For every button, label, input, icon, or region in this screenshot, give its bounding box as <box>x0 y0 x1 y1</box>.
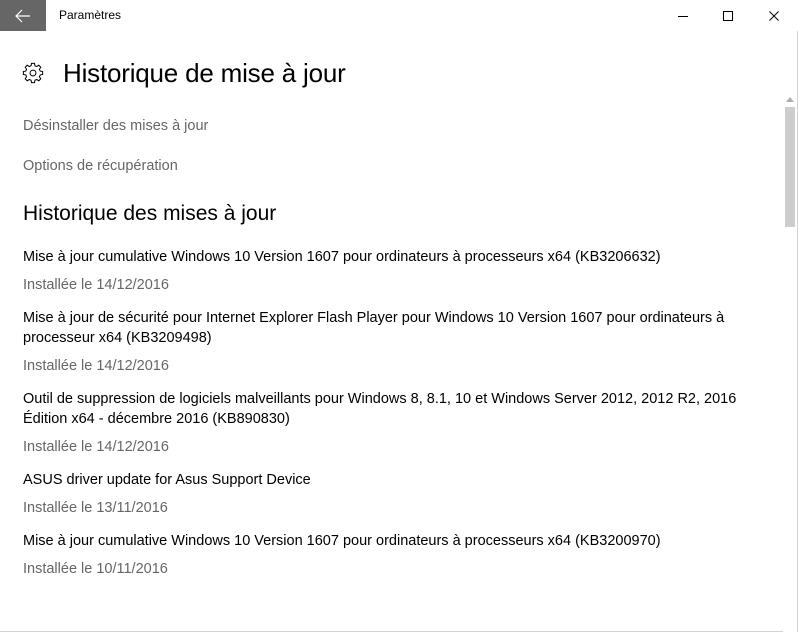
update-item[interactable]: ASUS driver update for Asus Support Devi… <box>23 470 753 517</box>
update-status: Installée le 14/12/2016 <box>23 358 169 374</box>
page-title: Historique de mise à jour <box>63 58 346 88</box>
uninstall-updates-link[interactable]: Désinstaller des mises à jour <box>23 117 208 135</box>
update-item[interactable]: Mise à jour cumulative Windows 10 Versio… <box>23 247 753 294</box>
update-history-list: Mise à jour cumulative Windows 10 Versio… <box>23 247 753 592</box>
update-item[interactable]: Outil de suppression de logiciels malvei… <box>23 389 753 456</box>
update-history-heading: Historique des mises à jour <box>23 202 277 225</box>
update-status: Installée le 14/12/2016 <box>23 439 169 455</box>
close-icon <box>769 10 779 21</box>
vertical-scrollbar[interactable] <box>783 95 797 632</box>
minimize-button[interactable] <box>660 0 706 31</box>
scroll-thumb[interactable] <box>785 107 795 227</box>
update-status: Installée le 13/11/2016 <box>23 500 168 516</box>
update-name[interactable]: Mise à jour cumulative Windows 10 Versio… <box>23 247 753 267</box>
recovery-options-link[interactable]: Options de récupération <box>23 157 178 175</box>
update-status: Installée le 14/12/2016 <box>23 277 169 293</box>
back-arrow-icon <box>15 9 30 22</box>
back-button[interactable] <box>0 0 46 31</box>
update-item[interactable]: Mise à jour cumulative Windows 10 Versio… <box>23 531 753 578</box>
maximize-icon <box>723 10 733 21</box>
title-bar: Paramètres <box>0 0 798 31</box>
scroll-up-arrow-icon[interactable] <box>786 97 794 102</box>
gear-icon <box>22 62 44 84</box>
update-name[interactable]: ASUS driver update for Asus Support Devi… <box>23 470 753 490</box>
settings-window: Paramètres Historique de mise à jour Dés… <box>0 0 798 632</box>
update-name[interactable]: Outil de suppression de logiciels malvei… <box>23 389 753 429</box>
page-header: Historique de mise à jour <box>22 55 346 91</box>
close-button[interactable] <box>751 0 797 31</box>
update-name[interactable]: Mise à jour de sécurité pour Internet Ex… <box>23 308 753 348</box>
app-title: Paramètres <box>59 8 122 22</box>
minimize-icon <box>678 15 688 17</box>
update-name[interactable]: Mise à jour cumulative Windows 10 Versio… <box>23 531 753 551</box>
maximize-button[interactable] <box>705 0 751 31</box>
update-item[interactable]: Mise à jour de sécurité pour Internet Ex… <box>23 308 753 375</box>
update-status: Installée le 10/11/2016 <box>23 561 168 577</box>
